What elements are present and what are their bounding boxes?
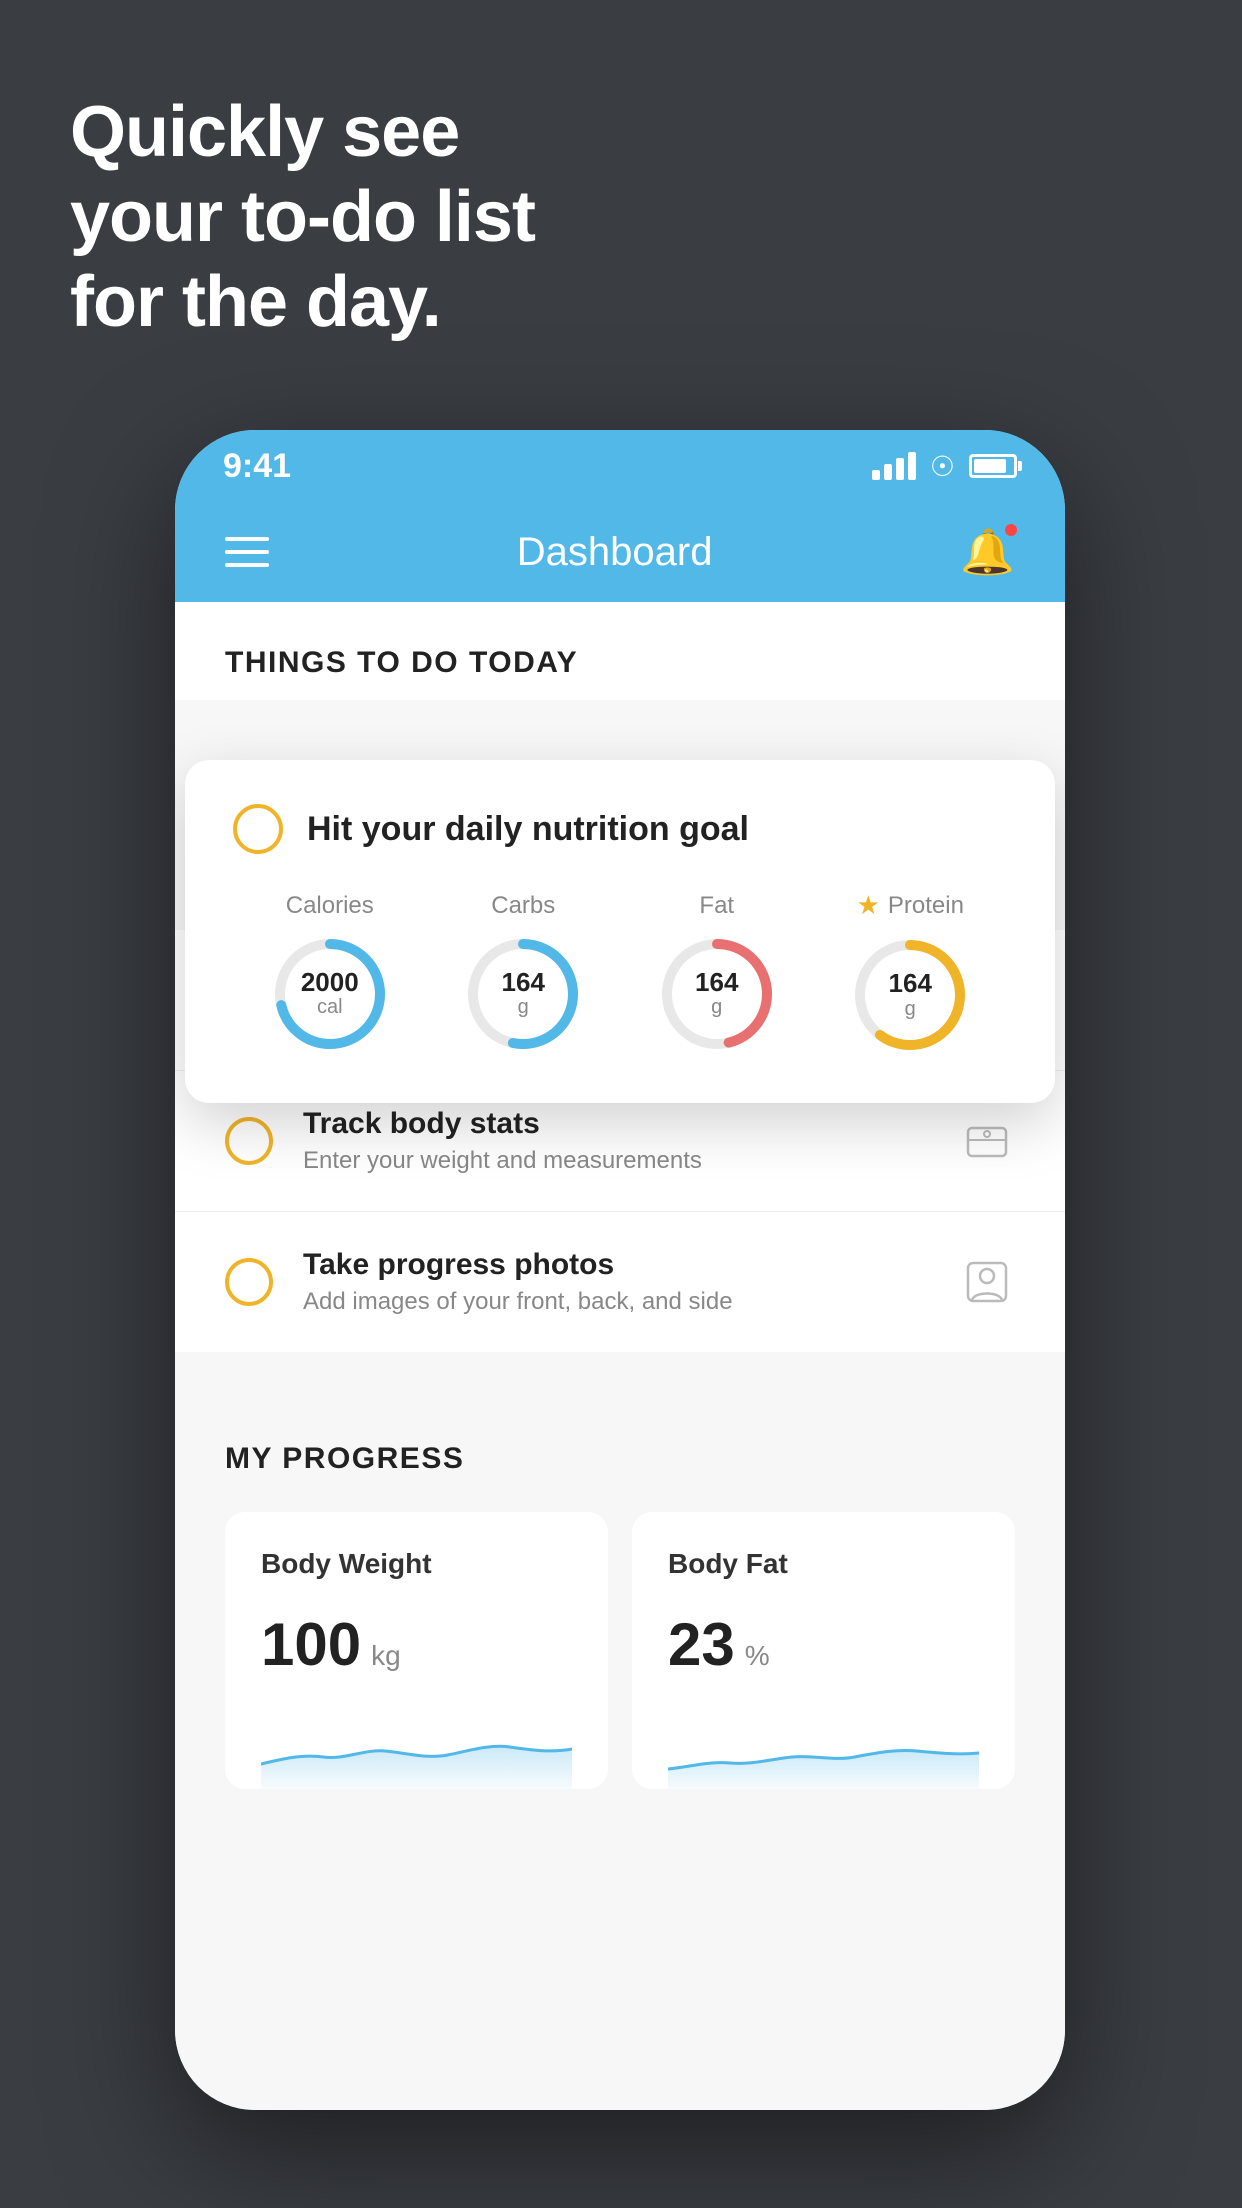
battery-icon xyxy=(969,454,1017,478)
body-weight-card[interactable]: Body Weight 100 kg xyxy=(225,1512,608,1789)
todo-item-photos[interactable]: Take progress photos Add images of your … xyxy=(175,1212,1065,1352)
card-header: Hit your daily nutrition goal xyxy=(233,804,1007,854)
card-title: Hit your daily nutrition goal xyxy=(307,810,749,849)
carbs-donut: 164 g xyxy=(463,934,583,1054)
fat-unit: g xyxy=(695,996,738,1019)
fat-value: 164 xyxy=(695,968,738,997)
nutrition-row: Calories 2000 cal xyxy=(233,890,1007,1055)
things-header: THINGS TO DO TODAY xyxy=(175,602,1065,700)
carbs-unit: g xyxy=(502,996,545,1019)
nutrition-carbs: Carbs 164 g xyxy=(463,892,583,1054)
body-weight-title: Body Weight xyxy=(261,1548,572,1580)
status-icons: ☉ xyxy=(872,450,1017,483)
photos-name: Take progress photos xyxy=(303,1248,959,1282)
protein-value-group: 164 g xyxy=(889,969,932,1021)
body-fat-chart xyxy=(668,1709,979,1789)
status-time: 9:41 xyxy=(223,447,291,486)
body-weight-chart xyxy=(261,1709,572,1789)
calories-label: Calories xyxy=(286,892,374,920)
status-bar: 9:41 ☉ xyxy=(175,430,1065,502)
bodystats-desc: Enter your weight and measurements xyxy=(303,1147,959,1175)
phone-wrapper: 9:41 ☉ Dashboard 🔔 xyxy=(175,430,1065,2110)
nav-bar: Dashboard 🔔 xyxy=(175,502,1065,602)
protein-unit: g xyxy=(889,998,932,1021)
protein-donut: 164 g xyxy=(850,935,970,1055)
card-radio[interactable] xyxy=(233,804,283,854)
fat-donut: 164 g xyxy=(657,934,777,1054)
carbs-value: 164 xyxy=(502,968,545,997)
hamburger-icon[interactable] xyxy=(225,537,269,567)
notification-dot xyxy=(1003,522,1019,538)
protein-label-row: ★ Protein xyxy=(857,890,964,921)
phone-content: THINGS TO DO TODAY Hit your daily nutrit… xyxy=(175,602,1065,2110)
body-fat-value: 23 xyxy=(668,1610,735,1679)
carbs-value-group: 164 g xyxy=(502,968,545,1020)
body-weight-unit: kg xyxy=(371,1640,401,1672)
nutrition-calories: Calories 2000 cal xyxy=(270,892,390,1054)
photos-desc: Add images of your front, back, and side xyxy=(303,1288,959,1316)
body-weight-value-row: 100 kg xyxy=(261,1610,572,1679)
bodystats-text: Track body stats Enter your weight and m… xyxy=(303,1107,959,1175)
hero-text: Quickly see your to-do list for the day. xyxy=(70,90,535,345)
hero-line1: Quickly see xyxy=(70,90,535,175)
nutrition-fat: Fat 164 g xyxy=(657,892,777,1054)
progress-cards: Body Weight 100 kg xyxy=(225,1512,1015,1789)
bell-icon[interactable]: 🔔 xyxy=(960,526,1015,578)
photos-radio[interactable] xyxy=(225,1258,273,1306)
body-fat-value-row: 23 % xyxy=(668,1610,979,1679)
progress-section: MY PROGRESS Body Weight 100 kg xyxy=(175,1392,1065,1829)
protein-label: Protein xyxy=(888,892,964,920)
photos-text: Take progress photos Add images of your … xyxy=(303,1248,959,1316)
calories-unit: cal xyxy=(301,996,359,1019)
carbs-label: Carbs xyxy=(491,892,555,920)
nutrition-card: Hit your daily nutrition goal Calories xyxy=(185,760,1055,1103)
wifi-icon: ☉ xyxy=(930,450,955,483)
fat-value-group: 164 g xyxy=(695,968,738,1020)
star-icon: ★ xyxy=(857,890,880,921)
body-weight-value: 100 xyxy=(261,1610,361,1679)
calories-donut: 2000 cal xyxy=(270,934,390,1054)
bodystats-name: Track body stats xyxy=(303,1107,959,1141)
signal-icon xyxy=(872,452,916,480)
things-title: THINGS TO DO TODAY xyxy=(225,646,578,679)
person-icon xyxy=(959,1254,1015,1310)
bodystats-radio[interactable] xyxy=(225,1117,273,1165)
progress-title: MY PROGRESS xyxy=(225,1442,1015,1476)
scale-icon xyxy=(959,1113,1015,1169)
nutrition-protein: ★ Protein 164 g xyxy=(850,890,970,1055)
body-fat-card[interactable]: Body Fat 23 % xyxy=(632,1512,1015,1789)
calories-value-group: 2000 cal xyxy=(301,968,359,1020)
phone: 9:41 ☉ Dashboard 🔔 xyxy=(175,430,1065,2110)
body-fat-unit: % xyxy=(745,1640,770,1672)
body-fat-title: Body Fat xyxy=(668,1548,979,1580)
calories-value: 2000 xyxy=(301,968,359,997)
protein-value: 164 xyxy=(889,969,932,998)
hero-line2: your to-do list xyxy=(70,175,535,260)
hero-line3: for the day. xyxy=(70,260,535,345)
fat-label: Fat xyxy=(699,892,734,920)
nav-title: Dashboard xyxy=(517,530,713,575)
